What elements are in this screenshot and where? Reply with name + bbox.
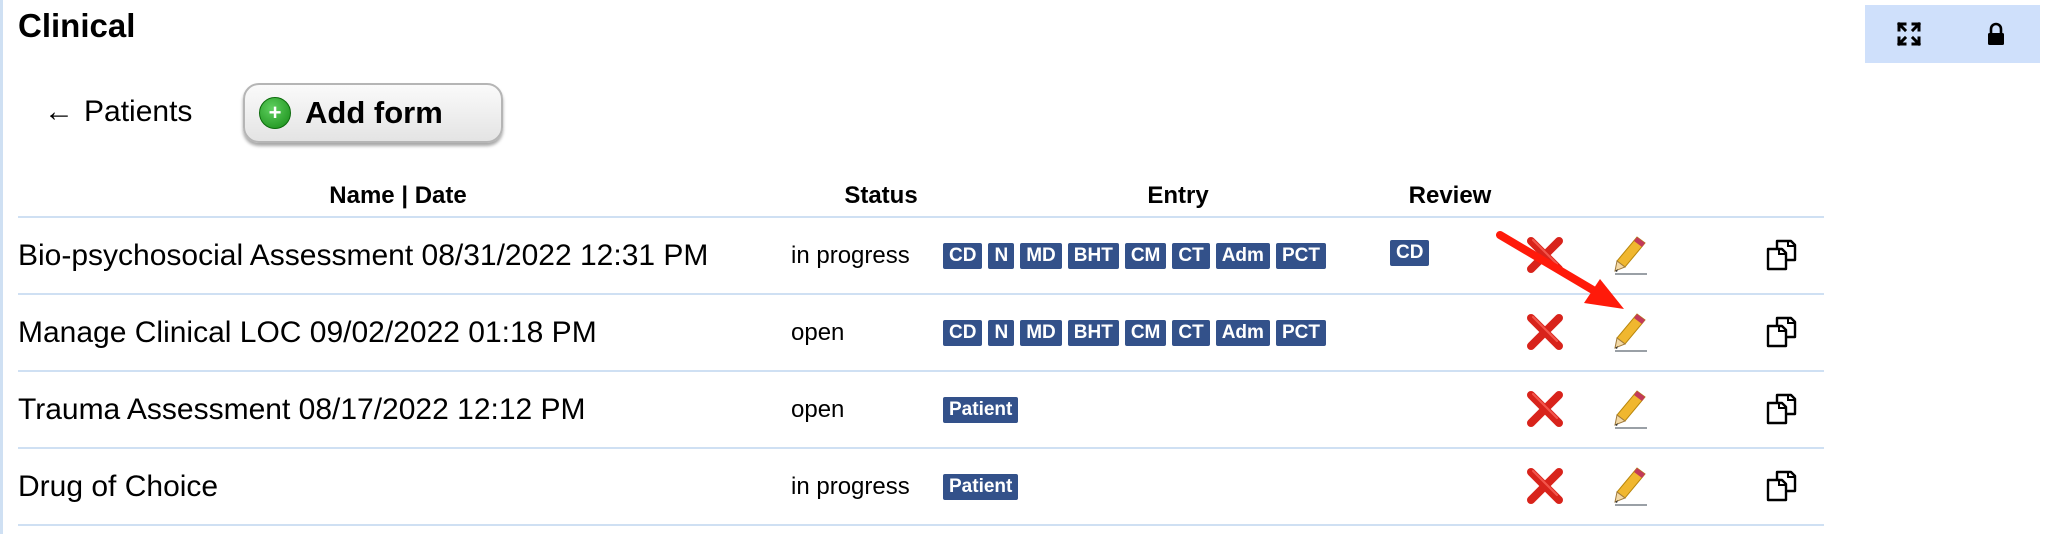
expand-icon <box>1896 21 1921 47</box>
copy-icon <box>1766 239 1797 271</box>
copy-button[interactable] <box>1758 232 1804 278</box>
entry-badges: Patient <box>943 449 1019 524</box>
form-name-date[interactable]: Trauma Assessment 08/17/2022 12:12 PM <box>18 372 586 447</box>
table-row: Bio-psychosocial Assessment 08/31/2022 1… <box>18 218 1824 295</box>
edit-button[interactable] <box>1608 232 1654 278</box>
plus-circle-icon: + <box>259 97 291 129</box>
entry-badges: Patient <box>943 372 1019 447</box>
forms-table: Name | Date Status Entry Review Bio-psyc… <box>18 176 1824 526</box>
review-badges: CD <box>1390 218 1430 293</box>
copy-button[interactable] <box>1758 463 1804 509</box>
lock-button[interactable] <box>1976 14 2016 54</box>
form-name-date[interactable]: Manage Clinical LOC 09/02/2022 01:18 PM <box>18 295 597 370</box>
pencil-icon <box>1614 467 1647 506</box>
delete-button[interactable] <box>1522 463 1568 509</box>
form-name-date[interactable]: Bio-psychosocial Assessment 08/31/2022 1… <box>18 218 708 293</box>
lock-icon <box>1988 22 2005 45</box>
column-header-review[interactable]: Review <box>1390 180 1510 212</box>
edit-button[interactable] <box>1608 386 1654 432</box>
add-form-label: Add form <box>305 95 443 130</box>
page-title: Clinical <box>18 7 136 44</box>
delete-x-icon <box>1527 468 1563 504</box>
column-header-name-date[interactable]: Name | Date <box>18 180 778 212</box>
entry-role-badge: N <box>988 319 1015 346</box>
left-arrow-icon: ← <box>44 95 74 128</box>
copy-button[interactable] <box>1758 309 1804 355</box>
copy-icon <box>1766 316 1797 348</box>
clinical-page: Clinical ← Patients + Add form Name | Da… <box>0 0 2048 534</box>
entry-badges: CD N MD BHT CM CT Adm PCT <box>943 218 1326 293</box>
entry-role-badge: CD <box>943 242 983 269</box>
form-status: open <box>791 395 845 423</box>
copy-icon <box>1766 470 1797 502</box>
entry-role-badge: MD <box>1020 242 1062 269</box>
expand-button[interactable] <box>1889 14 1929 54</box>
delete-x-icon <box>1527 314 1563 350</box>
entry-role-badge: MD <box>1020 319 1062 346</box>
review-role-badge: CD <box>1390 239 1430 266</box>
table-body: Bio-psychosocial Assessment 08/31/2022 1… <box>18 218 1824 526</box>
back-link-label: Patients <box>84 95 193 128</box>
column-header-entry[interactable]: Entry <box>1098 180 1258 212</box>
table-row: Manage Clinical LOC 09/02/2022 01:18 PM … <box>18 295 1824 372</box>
pencil-icon <box>1614 236 1647 275</box>
entry-role-badge: PCT <box>1275 242 1326 269</box>
delete-button[interactable] <box>1522 232 1568 278</box>
form-status: in progress <box>791 472 910 500</box>
form-name-date[interactable]: Drug of Choice <box>18 449 218 524</box>
entry-role-badge: Patient <box>943 396 1019 423</box>
table-row: Drug of Choice in progress Patient <box>18 449 1824 526</box>
column-header-status[interactable]: Status <box>791 180 971 212</box>
edit-button[interactable] <box>1608 309 1654 355</box>
entry-role-badge: CD <box>943 319 983 346</box>
entry-role-badge: Adm <box>1215 242 1270 269</box>
copy-button[interactable] <box>1758 386 1804 432</box>
entry-role-badge: Patient <box>943 473 1019 500</box>
back-to-patients-link[interactable]: ← Patients <box>44 94 192 130</box>
form-status: open <box>791 318 845 346</box>
entry-role-badge: Adm <box>1215 319 1270 346</box>
entry-badges: CD N MD BHT CM CT Adm PCT <box>943 295 1326 370</box>
entry-role-badge: BHT <box>1067 242 1119 269</box>
copy-icon <box>1766 393 1797 425</box>
left-border <box>0 0 3 534</box>
entry-role-badge: CT <box>1172 242 1210 269</box>
delete-x-icon <box>1527 391 1563 427</box>
delete-button[interactable] <box>1522 386 1568 432</box>
corner-toolbar <box>1865 5 2040 63</box>
delete-x-icon <box>1527 237 1563 273</box>
entry-role-badge: BHT <box>1067 319 1119 346</box>
form-status: in progress <box>791 241 910 269</box>
add-form-button[interactable]: + Add form <box>243 83 503 143</box>
edit-button[interactable] <box>1608 463 1654 509</box>
entry-role-badge: CT <box>1172 319 1210 346</box>
entry-role-badge: PCT <box>1275 319 1326 346</box>
entry-role-badge: N <box>988 242 1015 269</box>
delete-button[interactable] <box>1522 309 1568 355</box>
table-row: Trauma Assessment 08/17/2022 12:12 PM op… <box>18 372 1824 449</box>
pencil-icon <box>1614 390 1647 429</box>
pencil-icon <box>1614 313 1647 352</box>
entry-role-badge: CM <box>1124 319 1167 346</box>
entry-role-badge: CM <box>1124 242 1167 269</box>
table-header: Name | Date Status Entry Review <box>18 176 1824 218</box>
